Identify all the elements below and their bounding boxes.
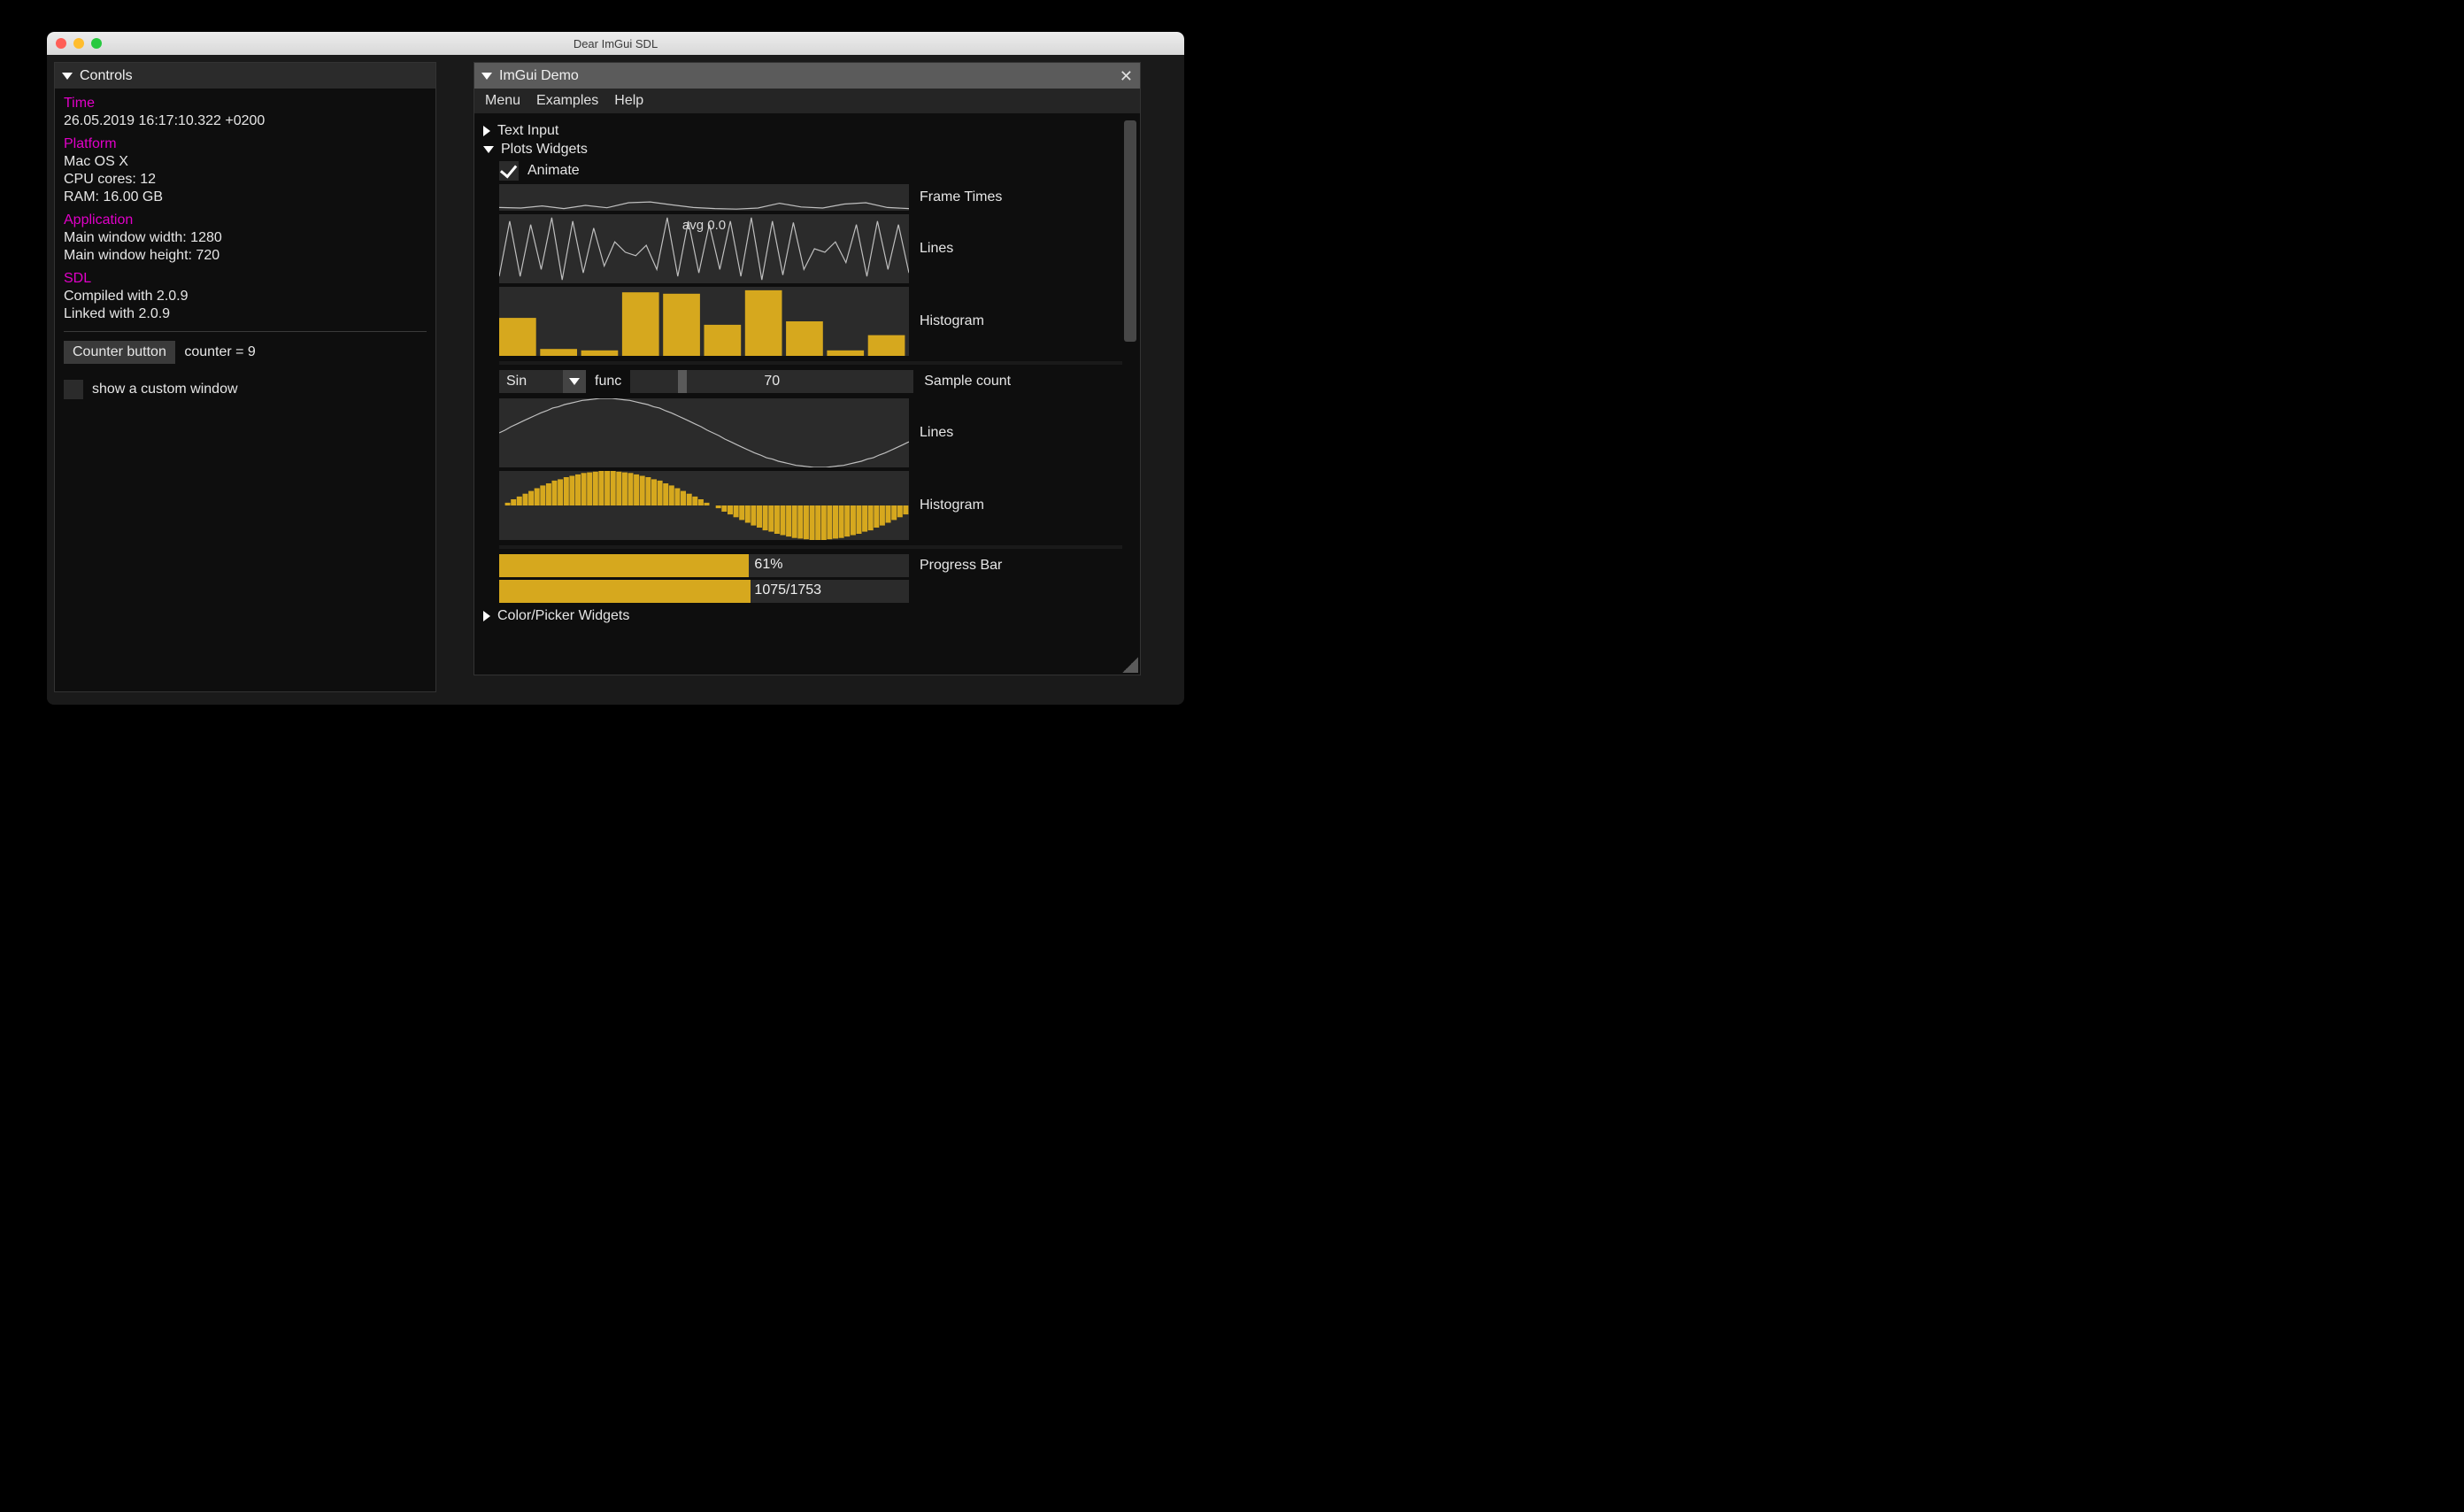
func-combo[interactable]: Sin (499, 370, 563, 393)
show-custom-checkbox[interactable] (64, 380, 83, 399)
close-icon[interactable]: ✕ (1120, 68, 1133, 84)
collapse-icon (483, 146, 494, 153)
sin-hist-plot (499, 471, 909, 540)
progress-frac-row: 1075/1753 (499, 580, 1122, 603)
show-custom-row: show a custom window (64, 380, 427, 399)
frame-times-label: Frame Times (920, 189, 1002, 205)
time-label: Time (64, 96, 427, 112)
expand-icon (483, 126, 490, 136)
sin-hist-label: Histogram (920, 498, 984, 513)
func-combo-button[interactable] (563, 370, 586, 393)
controls-title: Controls (80, 68, 133, 84)
lines-plot: avg 0.0 (499, 214, 909, 283)
sdl-label: SDL (64, 271, 427, 287)
app-window: Dear ImGui SDL Controls Time 26.05.2019 … (47, 32, 1184, 705)
counter-button[interactable]: Counter button (64, 341, 175, 364)
plots-content: Animate Frame Times (499, 161, 1122, 603)
animate-checkbox[interactable] (499, 161, 519, 181)
counter-text: counter = 9 (184, 344, 256, 359)
plots-widgets-label: Plots Widgets (501, 142, 588, 158)
lines-row: avg 0.0 Lines (499, 214, 1122, 283)
sin-lines-row: Lines (499, 398, 1122, 467)
collapse-icon[interactable] (481, 73, 492, 80)
sample-count-label: Sample count (924, 374, 1011, 390)
histogram-label: Histogram (920, 313, 984, 329)
sin-lines-plot (499, 398, 909, 467)
app-height: Main window height: 720 (64, 248, 427, 264)
tree-color-picker[interactable]: Color/Picker Widgets (483, 608, 1122, 624)
lines-avg-label: avg 0.0 (499, 218, 909, 233)
animate-row: Animate (499, 161, 1122, 181)
lines-label: Lines (920, 241, 953, 257)
sdl-linked: Linked with 2.0.9 (64, 306, 427, 322)
application-label: Application (64, 212, 427, 228)
app-width: Main window width: 1280 (64, 230, 427, 246)
histogram-row: Histogram (499, 287, 1122, 356)
animate-label: Animate (527, 163, 580, 179)
demo-body: Menu Examples Help Text Input Plots Widg… (474, 89, 1140, 675)
demo-titlebar[interactable]: ImGui Demo ✕ (474, 63, 1140, 89)
separator (64, 331, 427, 332)
expand-icon (483, 611, 490, 621)
demo-scroll: Text Input Plots Widgets Animate (483, 120, 1122, 671)
controls-titlebar[interactable]: Controls (55, 63, 435, 89)
tree-text-input[interactable]: Text Input (483, 123, 1122, 139)
sample-count-value: 70 (764, 374, 780, 390)
sin-lines-label: Lines (920, 425, 953, 441)
platform-cpu: CPU cores: 12 (64, 172, 427, 188)
func-combo-value: Sin (499, 374, 527, 390)
chevron-down-icon (569, 378, 580, 385)
frame-times-plot (499, 184, 909, 211)
demo-title: ImGui Demo (499, 68, 579, 84)
demo-window: ImGui Demo ✕ Menu Examples Help Text Inp… (474, 62, 1141, 675)
menu-menu[interactable]: Menu (485, 93, 520, 109)
progress-bar-label: Progress Bar (920, 558, 1002, 574)
sin-hist-row: Histogram (499, 471, 1122, 540)
resize-grip[interactable] (1122, 657, 1138, 673)
color-picker-label: Color/Picker Widgets (497, 608, 629, 624)
scrollbar[interactable] (1124, 120, 1136, 342)
text-input-label: Text Input (497, 123, 558, 139)
show-custom-label: show a custom window (92, 382, 238, 397)
content-area: Controls Time 26.05.2019 16:17:10.322 +0… (47, 55, 1184, 705)
demo-menubar: Menu Examples Help (474, 89, 1140, 113)
sample-count-slider[interactable]: 70 (630, 370, 913, 393)
menu-examples[interactable]: Examples (536, 93, 598, 109)
platform-ram: RAM: 16.00 GB (64, 189, 427, 205)
histogram-plot (499, 287, 909, 356)
func-label: func (595, 374, 621, 390)
progress-row: 61% Progress Bar (499, 554, 1122, 577)
mac-titlebar[interactable]: Dear ImGui SDL (47, 32, 1184, 55)
controls-window: Controls Time 26.05.2019 16:17:10.322 +0… (54, 62, 436, 692)
platform-os: Mac OS X (64, 154, 427, 170)
platform-label: Platform (64, 136, 427, 152)
window-title: Dear ImGui SDL (47, 37, 1184, 50)
progress-frac-text: 1075/1753 (754, 582, 821, 598)
sdl-compiled: Compiled with 2.0.9 (64, 289, 427, 305)
progress-fill (499, 554, 749, 577)
collapse-icon[interactable] (62, 73, 73, 80)
time-value: 26.05.2019 16:17:10.322 +0200 (64, 113, 427, 129)
progress-fill (499, 580, 751, 603)
menu-help[interactable]: Help (614, 93, 643, 109)
progress-text: 61% (754, 557, 782, 573)
frame-times-row: Frame Times (499, 184, 1122, 211)
progress-bar: 61% (499, 554, 909, 577)
slider-grab[interactable] (678, 370, 687, 393)
controls-body: Time 26.05.2019 16:17:10.322 +0200 Platf… (55, 89, 435, 691)
func-row: Sin func 70 Sample count (499, 370, 1122, 393)
progress-bar-frac: 1075/1753 (499, 580, 909, 603)
tree-plots-widgets[interactable]: Plots Widgets (483, 142, 1122, 158)
counter-row: Counter button counter = 9 (64, 341, 427, 364)
